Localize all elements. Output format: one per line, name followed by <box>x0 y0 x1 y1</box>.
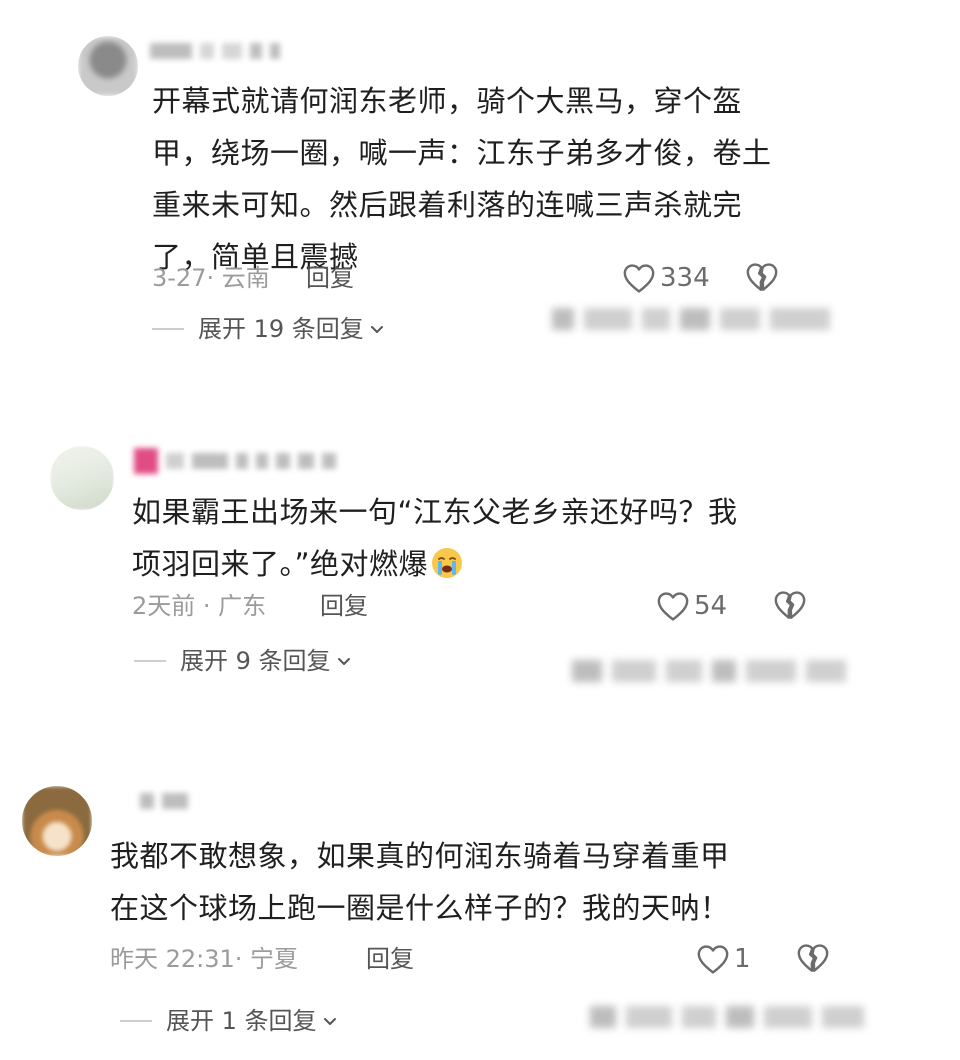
broken-heart-icon <box>797 944 829 972</box>
username-blurred[interactable] <box>140 790 196 816</box>
comment-text: 开幕式就请何润东老师，骑个大黑马，穿个盔 甲，绕场一圈，喊一声：江东子弟多才俊，… <box>152 75 872 283</box>
broken-heart-icon <box>774 591 806 619</box>
expand-divider-line <box>120 1020 152 1022</box>
dislike-button[interactable] <box>773 589 807 623</box>
heart-outline-icon <box>657 592 689 621</box>
comment-text-line: 在这个球场上跑一圈是什么样子的？我的天呐！ <box>110 891 730 925</box>
comment-text-line: 开幕式就请何润东老师，骑个大黑马，穿个盔 <box>152 84 743 118</box>
blurred-watermark <box>590 1006 874 1034</box>
comment-text-line: 项羽回来了。”绝对燃爆 <box>132 538 852 590</box>
username-blurred[interactable] <box>150 40 288 66</box>
comment-text-line: 我都不敢想象，如果真的何润东骑着马穿着重甲 <box>110 839 730 873</box>
avatar[interactable] <box>78 36 138 96</box>
crying-face-emoji <box>432 548 463 578</box>
chevron-down-icon <box>323 1018 336 1025</box>
username-blurred[interactable] <box>134 448 344 474</box>
expand-replies-button[interactable]: 展开 9 条回复 <box>134 644 353 678</box>
avatar-blurred-image <box>50 446 114 510</box>
like-count: 334 <box>660 263 710 293</box>
dislike-button[interactable] <box>745 261 779 295</box>
reply-button[interactable]: 回复 <box>366 942 414 976</box>
blurred-watermark <box>572 660 856 688</box>
like-button[interactable]: 334 <box>622 260 710 296</box>
expand-divider-line <box>152 328 184 330</box>
dislike-button[interactable] <box>796 942 830 976</box>
like-button[interactable]: 54 <box>656 588 727 624</box>
comment-text-line: 如果霸王出场来一句“江东父老乡亲还好吗？我 <box>132 495 738 529</box>
chevron-down-icon <box>370 326 383 333</box>
comment-text: 如果霸王出场来一句“江东父老乡亲还好吗？我 项羽回来了。”绝对燃爆 <box>132 486 852 590</box>
avatar-blurred-image <box>22 786 92 856</box>
like-count: 54 <box>694 591 728 621</box>
chevron-down-icon <box>337 658 350 665</box>
reply-button[interactable]: 回复 <box>306 261 354 295</box>
expand-replies-button[interactable]: 展开 19 条回复 <box>152 312 386 346</box>
avatar[interactable] <box>50 446 114 510</box>
comment-date-location: 3-27· 云南 <box>152 264 270 292</box>
comment-text-line: 重来未可知。然后跟着利落的连喊三声杀就完 <box>152 188 743 222</box>
comment-date-location: 2天前 · 广东 <box>132 592 267 620</box>
comment-text-segment: 项羽回来了。”绝对燃爆 <box>132 547 429 581</box>
reply-button[interactable]: 回复 <box>320 589 368 623</box>
avatar-blurred-image <box>78 36 138 96</box>
avatar[interactable] <box>22 786 92 856</box>
comment-text-line: 甲，绕场一圈，喊一声：江东子弟多才俊，卷土 <box>152 136 772 170</box>
heart-outline-icon <box>697 945 729 974</box>
expand-replies-label: 展开 19 条回复 <box>198 315 364 343</box>
blurred-watermark <box>552 308 840 336</box>
broken-heart-icon <box>746 263 778 291</box>
like-count: 1 <box>734 944 751 974</box>
expand-replies-label: 展开 1 条回复 <box>166 1007 317 1035</box>
expand-replies-button[interactable]: 展开 1 条回复 <box>120 1004 339 1038</box>
comment-date-location: 昨天 22:31· 宁夏 <box>110 945 299 973</box>
comment-text: 我都不敢想象，如果真的何润东骑着马穿着重甲 在这个球场上跑一圈是什么样子的？我的… <box>110 830 870 934</box>
expand-replies-label: 展开 9 条回复 <box>180 647 331 675</box>
heart-outline-icon <box>623 264 655 293</box>
like-button[interactable]: 1 <box>696 941 751 977</box>
expand-divider-line <box>134 660 166 662</box>
